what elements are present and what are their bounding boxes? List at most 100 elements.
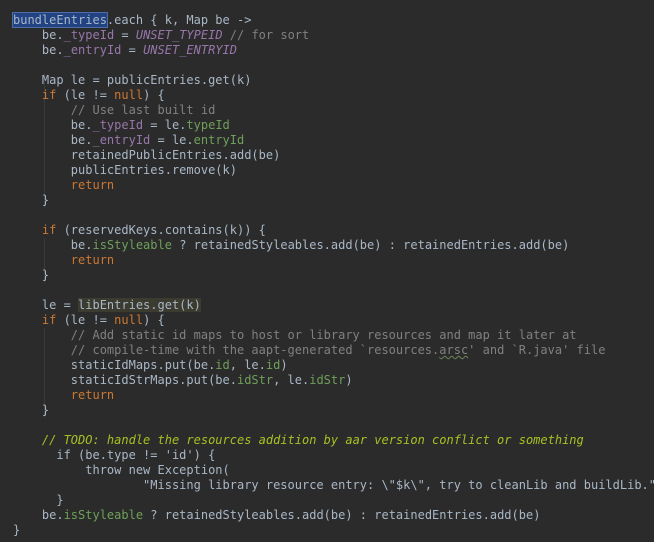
code-line[interactable]: return bbox=[13, 253, 654, 268]
code-token: } bbox=[13, 493, 64, 507]
code-line[interactable]: if (be.type != 'id') { bbox=[13, 448, 654, 463]
code-token: _typeId bbox=[92, 118, 144, 132]
code-line[interactable]: le = libEntries.get(k) bbox=[13, 298, 654, 313]
code-token: id bbox=[265, 358, 281, 372]
code-token: if bbox=[41, 313, 57, 327]
code-token: = bbox=[121, 43, 144, 57]
code-token: le = bbox=[13, 298, 79, 312]
code-token: "Missing library resource entry: \"$k\",… bbox=[13, 478, 654, 492]
code-line[interactable] bbox=[13, 208, 654, 223]
code-line[interactable]: if (reservedKeys.contains(k)) { bbox=[13, 223, 654, 238]
code-token: be. bbox=[41, 43, 64, 57]
code-line[interactable]: if (le != null) { bbox=[13, 313, 654, 328]
code-token: isStyleable bbox=[92, 238, 172, 252]
code-token: // for sort bbox=[222, 28, 310, 42]
code-token: typeId bbox=[186, 118, 230, 132]
code-token: } bbox=[13, 193, 50, 207]
code-line[interactable]: retainedPublicEntries.add(be) bbox=[13, 148, 654, 163]
code-token: , le. bbox=[229, 358, 266, 372]
code-line[interactable]: } bbox=[13, 493, 654, 508]
code-token: return bbox=[70, 388, 115, 402]
code-token: (le != bbox=[56, 88, 115, 102]
code-token: Map le = publicEntries.get(k) bbox=[13, 73, 252, 87]
code-line[interactable] bbox=[13, 283, 654, 298]
code-token: libEntries.get(k) bbox=[78, 298, 201, 312]
code-token: = le. bbox=[143, 118, 187, 132]
code-token: idStr bbox=[236, 373, 274, 387]
code-token: be. bbox=[41, 28, 64, 42]
code-line[interactable]: return bbox=[13, 178, 654, 193]
code-token: if (be.type != 'id') { bbox=[13, 448, 216, 462]
code-line[interactable]: } bbox=[13, 403, 654, 418]
code-token: ) { bbox=[143, 313, 165, 327]
code-line[interactable]: } bbox=[13, 268, 654, 283]
code-token: publicEntries.remove(k) bbox=[13, 163, 237, 177]
code-line[interactable]: bundleEntries.each { k, Map be -> bbox=[12, 12, 654, 28]
code-token: .each { k, Map be -> bbox=[106, 13, 252, 27]
code-token: ) bbox=[280, 358, 288, 372]
code-token: be. bbox=[13, 238, 93, 252]
code-token: entryId bbox=[193, 133, 245, 147]
code-line[interactable]: "Missing library resource entry: \"$k\",… bbox=[13, 478, 654, 493]
code-line[interactable]: Map le = publicEntries.get(k) bbox=[13, 73, 654, 88]
code-token: arsc bbox=[439, 343, 469, 357]
code-line[interactable]: return bbox=[13, 388, 654, 403]
code-token: // compile-time with the aapt-generated … bbox=[70, 343, 440, 357]
code-token: ' and `R.java' file bbox=[468, 343, 606, 357]
code-token: staticIdMaps.put(be. bbox=[13, 358, 216, 372]
code-line[interactable]: staticIdStrMaps.put(be.idStr, le.idStr) bbox=[13, 373, 654, 388]
code-token: throw new Exception( bbox=[13, 463, 230, 477]
code-token: staticIdStrMaps.put(be. bbox=[13, 373, 237, 387]
code-token: } bbox=[13, 268, 50, 282]
code-token: ? retainedStyleables.add(be) : retainedE… bbox=[171, 238, 570, 252]
code-token: return bbox=[70, 253, 115, 267]
code-token: _typeId bbox=[63, 28, 115, 42]
code-line[interactable]: } bbox=[13, 193, 654, 208]
code-token: UNSET_ENTRYID bbox=[143, 43, 237, 57]
code-token: } bbox=[13, 523, 21, 537]
code-line[interactable]: be.isStyleable ? retainedStyleables.add(… bbox=[13, 238, 654, 253]
code-line[interactable] bbox=[13, 418, 654, 433]
code-token: null bbox=[114, 88, 144, 102]
code-line[interactable]: // Add static id maps to host or library… bbox=[13, 328, 654, 343]
code-token: be. bbox=[13, 118, 93, 132]
code-token: ) { bbox=[143, 88, 165, 102]
code-line[interactable]: be._entryId = le.entryId bbox=[13, 133, 654, 148]
code-token: idStr bbox=[309, 373, 346, 387]
code-token: null bbox=[114, 313, 144, 327]
code-line[interactable]: be.isStyleable ? retainedStyleables.add(… bbox=[13, 508, 654, 523]
code-line[interactable]: be._typeId = le.typeId bbox=[13, 118, 654, 133]
code-line[interactable]: } bbox=[13, 523, 654, 538]
code-line[interactable]: if (le != null) { bbox=[13, 88, 654, 103]
code-token: isStyleable bbox=[63, 508, 144, 522]
code-line[interactable]: throw new Exception( bbox=[13, 463, 654, 478]
code-editor[interactable]: bundleEntries.each { k, Map be -> be._ty… bbox=[0, 0, 654, 542]
code-line[interactable] bbox=[13, 58, 654, 73]
code-token: if bbox=[41, 88, 57, 102]
code-token: // Use last built id bbox=[70, 103, 216, 117]
code-line[interactable]: be._typeId = UNSET_TYPEID // for sort bbox=[13, 28, 654, 43]
code-token: retainedPublicEntries.add(be) bbox=[13, 148, 281, 162]
code-token: , le. bbox=[273, 373, 310, 387]
code-line[interactable]: // TODO: handle the resources addition b… bbox=[13, 433, 654, 448]
code-token: _entryId bbox=[92, 133, 151, 147]
code-token: = bbox=[114, 28, 136, 42]
code-line[interactable]: publicEntries.remove(k) bbox=[13, 163, 654, 178]
code-line[interactable]: staticIdMaps.put(be.id, le.id) bbox=[13, 358, 654, 373]
code-text[interactable]: bundleEntries.each { k, Map be -> be._ty… bbox=[12, 12, 654, 538]
code-line[interactable]: // Use last built id bbox=[13, 103, 654, 118]
code-token: ) bbox=[345, 373, 353, 387]
code-line[interactable]: be._entryId = UNSET_ENTRYID bbox=[13, 43, 654, 58]
code-token: UNSET_TYPEID bbox=[135, 28, 223, 42]
code-line[interactable]: // compile-time with the aapt-generated … bbox=[13, 343, 654, 358]
